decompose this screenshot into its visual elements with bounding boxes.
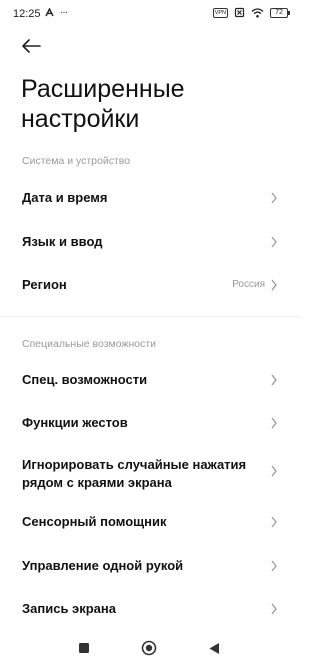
section-divider (0, 316, 300, 317)
item-label: Игнорировать случайные нажатия рядом с к… (22, 457, 247, 490)
back-button[interactable] (18, 35, 44, 57)
item-label: Запись экрана (22, 601, 116, 616)
item-label: Регион (22, 277, 67, 292)
settings-item-region[interactable]: Регион Россия (0, 265, 300, 305)
item-label: Функции жестов (22, 415, 128, 430)
item-label: Язык и ввод (22, 234, 103, 249)
settings-item-touch-assistant[interactable]: Сенсорный помощник (0, 502, 300, 542)
nav-recents-button[interactable] (74, 638, 94, 658)
battery-icon: 72 (270, 7, 290, 18)
status-time: 12:25 (13, 8, 41, 20)
circle-icon (141, 640, 157, 656)
chevron-right-icon (271, 516, 277, 528)
vpn-icon: VPN (212, 7, 228, 18)
item-label: Дата и время (22, 190, 108, 205)
chevron-right-icon (271, 465, 277, 477)
settings-item-accessibility[interactable]: Спец. возможности (0, 360, 300, 400)
item-value-region: Россия (232, 279, 265, 290)
nav-home-button[interactable] (139, 638, 159, 658)
wifi-icon (251, 7, 264, 18)
item-label: Управление одной рукой (22, 558, 184, 573)
section-header-system: Система и устройство (22, 155, 131, 167)
notification-a-icon (45, 8, 54, 17)
chevron-right-icon (271, 417, 277, 429)
chevron-right-icon (271, 236, 277, 248)
navigation-bar (0, 630, 300, 666)
status-bar: 12:25 ··· VPN 72 (0, 0, 300, 28)
section-header-accessibility: Специальные возможности (22, 338, 157, 350)
chevron-right-icon (271, 560, 277, 572)
chevron-right-icon (271, 603, 277, 615)
chevron-right-icon (271, 279, 277, 291)
status-right-icons: VPN 72 (212, 7, 290, 18)
settings-item-screen-recording[interactable]: Запись экрана (0, 589, 300, 629)
settings-item-ignore-edge-touches[interactable]: Игнорировать случайные нажатия рядом с к… (0, 448, 300, 500)
settings-item-gestures[interactable]: Функции жестов (0, 403, 300, 443)
more-notifications-icon: ··· (60, 7, 68, 18)
arrow-left-icon (22, 39, 41, 53)
chevron-right-icon (271, 374, 277, 386)
triangle-back-icon (209, 642, 219, 654)
chevron-right-icon (271, 192, 277, 204)
square-icon (79, 643, 89, 653)
page-title: Расширенные настройки (21, 75, 185, 133)
status-left-icons: ··· (45, 7, 68, 18)
settings-item-one-handed-mode[interactable]: Управление одной рукой (0, 546, 300, 586)
nav-back-button[interactable] (204, 638, 224, 658)
settings-item-language-input[interactable]: Язык и ввод (0, 222, 300, 262)
settings-item-date-time[interactable]: Дата и время (0, 178, 300, 218)
item-label: Сенсорный помощник (22, 514, 167, 529)
item-label: Спец. возможности (22, 372, 148, 387)
no-sim-icon (234, 7, 245, 18)
